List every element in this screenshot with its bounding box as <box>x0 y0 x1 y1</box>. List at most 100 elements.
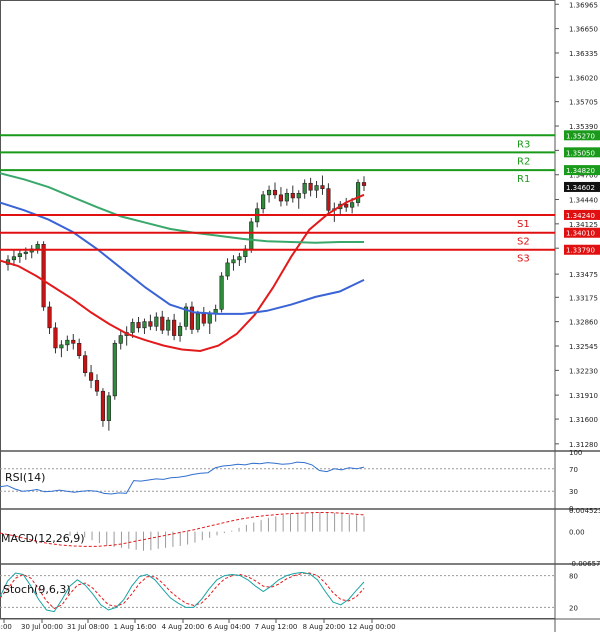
price-tick-label: 1.32230 <box>569 367 598 375</box>
level-price-label: 1.34820 <box>566 167 595 175</box>
level-price-label: 1.35050 <box>566 149 595 157</box>
level-label-r3: R3 <box>517 139 530 150</box>
candle-body <box>195 313 200 330</box>
x-tick-label: 1 Aug 16:00 <box>114 623 157 631</box>
plot-frame <box>0 0 556 619</box>
ma_blue-line <box>0 201 365 315</box>
price-tick-label: 1.32545 <box>569 343 598 351</box>
candle-body <box>177 325 183 336</box>
candle-body <box>130 322 135 333</box>
candle-body <box>59 344 64 349</box>
candle-body <box>237 256 242 261</box>
chart-svg: 1.36965 1.36650 1.36335 1.36020 1.35705 1.353… <box>0 0 600 632</box>
price-tick-label: 1.36020 <box>569 74 598 82</box>
candle-body <box>88 372 94 381</box>
x-tick-label: 30 Jul 00:00 <box>21 623 63 631</box>
candle-body <box>142 321 147 329</box>
rsi-tick-label: 70 <box>569 466 578 474</box>
candle-body <box>231 259 236 264</box>
candle-body <box>100 390 106 421</box>
candle-body <box>118 335 123 344</box>
candle-body <box>308 182 313 191</box>
candle-body <box>278 194 284 202</box>
price-tick-label: 1.33175 <box>569 294 598 302</box>
macd-tick-label: -0.006574 <box>569 560 600 568</box>
candle-body <box>296 192 301 199</box>
candle-body <box>361 182 367 186</box>
candle-body <box>320 185 325 189</box>
rsi-tick-label: 30 <box>569 488 578 496</box>
price-tick-label: 1.33475 <box>569 271 598 279</box>
candle-body <box>284 192 289 202</box>
price-tick-label: 1.35390 <box>569 123 598 131</box>
candle-body <box>35 244 40 250</box>
candle-body <box>266 189 272 196</box>
x-tick-label: 7 Aug 12:00 <box>255 623 298 631</box>
price-tick-label: 1.31280 <box>569 441 598 449</box>
macd-tick-label: 0.00 <box>569 529 585 537</box>
candle-body <box>148 321 153 327</box>
level-label-r1: R1 <box>517 174 530 185</box>
candle-body <box>350 202 355 208</box>
price-tick-label: 1.34125 <box>569 221 598 229</box>
candle-body <box>17 253 22 258</box>
candle-body <box>160 316 165 331</box>
price-tick-label: 1.31600 <box>569 416 598 424</box>
candle-body <box>344 203 349 208</box>
candle-body <box>219 275 224 310</box>
rsi-title: RSI(14) <box>5 471 45 484</box>
rsi-tick-label: 100 <box>569 449 582 457</box>
price-tick-label: 1.36965 <box>569 1 598 9</box>
price-tick-label: 1.34440 <box>569 196 598 204</box>
candle-body <box>261 194 266 210</box>
candle-body <box>172 319 177 336</box>
level-price-label: 1.35270 <box>566 132 595 140</box>
x-tick-label: 4 Aug 20:00 <box>162 623 205 631</box>
price-tick-label: 1.35705 <box>569 99 598 107</box>
level-price-label: 1.33790 <box>566 247 595 255</box>
candle-body <box>207 313 212 324</box>
x-tick-label: 31 Jul 08:00 <box>67 623 109 631</box>
candle-body <box>23 251 28 254</box>
stoch-title: Stoch(9,6,3) <box>3 583 71 596</box>
stoch-tick-label: 80 <box>569 573 578 581</box>
candle-body <box>272 189 278 196</box>
candle-body <box>302 182 307 194</box>
level-label-s1: S1 <box>517 219 530 230</box>
candle-body <box>166 319 171 331</box>
level-label-s2: S2 <box>517 237 530 248</box>
price-tick-label: 1.31910 <box>569 392 598 400</box>
candle-body <box>65 339 70 346</box>
rsi-line <box>0 461 365 495</box>
candle-body <box>136 322 141 329</box>
candle-body <box>154 316 159 327</box>
candle-body <box>355 182 361 203</box>
level-label-s3: S3 <box>517 254 530 265</box>
candle-body <box>314 185 319 191</box>
chart-area: 1.36965 1.36650 1.36335 1.36020 1.35705 1.353… <box>0 0 600 632</box>
candle-body <box>201 313 206 324</box>
candle-body <box>112 342 117 397</box>
x-tick-label: 6:00 <box>0 623 12 631</box>
candle-body <box>326 188 331 211</box>
candle-body <box>41 244 46 308</box>
candle-body <box>11 256 17 261</box>
candle-body <box>71 339 76 344</box>
level-price-label: 1.34240 <box>566 212 595 220</box>
price-tick-label: 1.36650 <box>569 26 598 34</box>
candle-body <box>225 262 230 277</box>
candle-body <box>47 306 52 329</box>
candle-body <box>53 327 58 349</box>
candle-body <box>94 380 100 392</box>
price-tick-label: 1.32860 <box>569 319 598 327</box>
x-tick-label: 8 Aug 20:00 <box>303 623 346 631</box>
candle-body <box>290 192 295 199</box>
level-label-r2: R2 <box>517 156 530 167</box>
x-tick-label: 6 Aug 04:00 <box>208 623 251 631</box>
candle-body <box>83 355 88 373</box>
candle-body <box>77 342 82 356</box>
macd-tick-label: 0.004523 <box>569 507 600 515</box>
candle-body <box>249 221 254 250</box>
macd-title: MACD(12,26,9) <box>1 532 85 545</box>
current-price-label: 1.34602 <box>566 184 595 192</box>
